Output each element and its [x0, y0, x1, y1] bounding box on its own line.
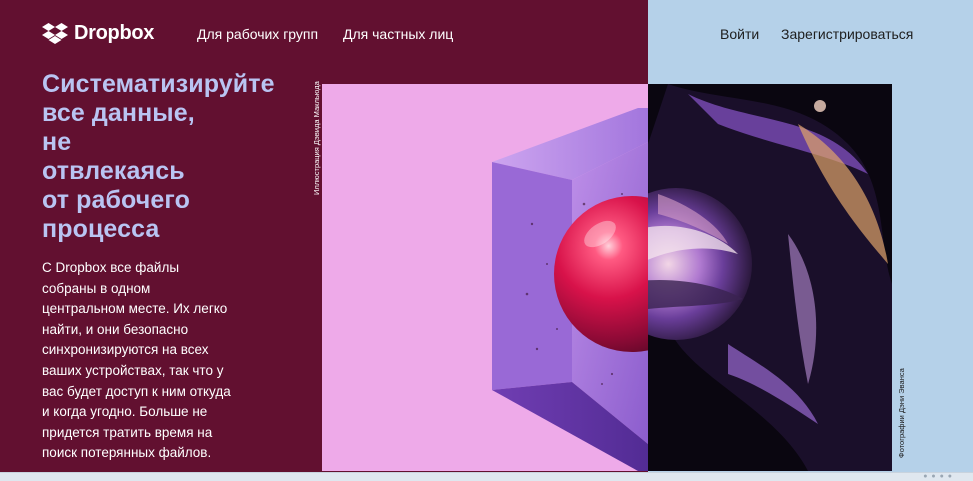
dropbox-logo[interactable]: Dropbox: [42, 22, 154, 45]
description-line: центральном месте. Их легко: [42, 301, 228, 317]
signup-link[interactable]: Зарегистрироваться: [781, 26, 913, 42]
description-line: найти, и они безопасно: [42, 321, 189, 337]
photo-swirl-sphere: [648, 84, 892, 471]
headline-line: процесса: [42, 215, 160, 243]
headline-line: от рабочего: [42, 186, 190, 214]
headline-line: не: [42, 128, 72, 156]
description-line: С Dropbox все файлы: [42, 260, 180, 275]
dropbox-logo-icon: [42, 22, 68, 44]
headline-line: Систематизируйте: [42, 70, 275, 98]
login-link[interactable]: Войти: [720, 26, 759, 42]
headline-line: все данные,: [42, 99, 195, 127]
illustration-credit: Иллюстрация Дэвида Макльюда: [312, 81, 321, 195]
hero-headline: Систематизируйте все данные, не отвлекая…: [42, 70, 317, 244]
photo-credit: Фотографии Дэни Эванса: [897, 368, 906, 458]
headline-line: отвлекаясь: [42, 157, 185, 185]
nav-teams-link[interactable]: Для рабочих групп: [197, 26, 318, 42]
description-line: ваших устройствах, так что у: [42, 362, 224, 378]
logo-text: Dropbox: [74, 22, 155, 44]
description-line: собраны в одном: [42, 280, 151, 296]
description-line: и когда угодно. Больше не: [42, 404, 208, 420]
hero-description: С Dropbox все файлы собраны в одном цент…: [42, 258, 242, 464]
description-line: вас будет доступ к ним откуда: [42, 383, 231, 399]
description-line: синхронизируются на всех: [42, 342, 209, 358]
illustration-cube-sphere: [322, 84, 648, 471]
description-line: поиск потерянных файлов.: [42, 445, 212, 461]
description-line: придется тратить время на: [42, 424, 213, 440]
nav-personal-link[interactable]: Для частных лиц: [343, 26, 453, 42]
